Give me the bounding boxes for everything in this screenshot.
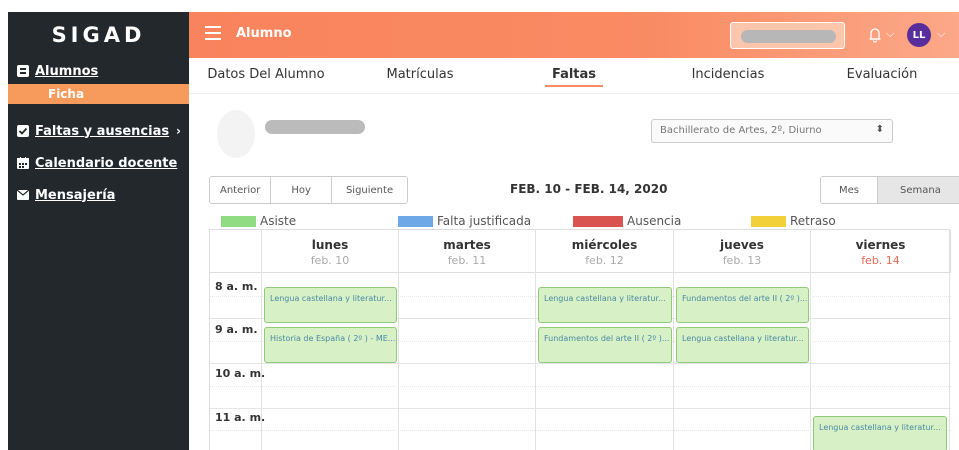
week-calendar: lunes feb. 10 martes feb. 11 miércoles f… [209, 229, 951, 450]
course-select[interactable]: Bachillerato de Artes, 2º, Diurno ⬍ [651, 119, 893, 143]
page-title: Alumno [236, 26, 292, 41]
legend-item-asiste: Asiste [221, 214, 296, 228]
student-photo [217, 110, 255, 158]
calendar-event[interactable]: Fundamentos del arte II ( 2º )... [538, 327, 672, 363]
calendar-event[interactable]: Lengua castellana y literatur... [676, 327, 809, 363]
student-name-blurred [265, 120, 365, 134]
sidebar-item-label: Alumnos [35, 63, 99, 79]
day-name: jueves [720, 238, 764, 252]
day-header-wednesday: miércoles feb. 12 [536, 230, 674, 273]
sidebar-item-label: Calendario docente [35, 155, 178, 171]
top-bar: Alumno ⌵ LL ⌵ [189, 12, 959, 58]
legend-item-justificada: Falta justificada [398, 214, 531, 228]
avatar[interactable]: LL [907, 23, 931, 47]
calendar-event[interactable]: Historia de España ( 2º ) - ME... [264, 327, 397, 363]
week-view-button[interactable]: Semana [878, 177, 959, 203]
legend-label: Asiste [260, 214, 297, 228]
column-divider [535, 230, 536, 450]
legend-swatch [398, 215, 433, 227]
legend-label: Retraso [790, 214, 836, 228]
course-select-value: Bachillerato de Artes, 2º, Diurno [660, 125, 822, 136]
legend-swatch [221, 215, 256, 227]
sidebar-item-label: Mensajería [35, 187, 116, 203]
month-view-button[interactable]: Mes [821, 177, 878, 203]
column-divider [398, 230, 399, 450]
time-label: 11 a. m. [215, 411, 266, 424]
prev-button[interactable]: Anterior [210, 177, 272, 203]
column-divider [949, 230, 950, 450]
envelope-icon [16, 189, 29, 202]
day-date: feb. 10 [310, 254, 350, 267]
day-name: martes [443, 238, 491, 252]
tab-incidencias[interactable]: Incidencias [651, 58, 805, 93]
time-label: 10 a. m. [215, 367, 266, 380]
hour-divider [210, 363, 951, 364]
calendar-event[interactable]: Fundamentos del arte II ( 2º )... [676, 287, 809, 323]
day-header-thursday: jueves feb. 13 [674, 230, 811, 273]
calendar-view-group: Mes Semana [820, 176, 959, 204]
id-card-icon [16, 65, 29, 78]
day-name: viernes [855, 238, 906, 252]
tab-matriculas[interactable]: Matrículas [343, 58, 497, 93]
legend-item-ausencia: Ausencia [573, 214, 681, 228]
calendar-event[interactable]: Lengua castellana y literatur... [264, 287, 397, 323]
calendar-event[interactable]: Lengua castellana y literatur... [813, 416, 947, 450]
day-header-tuesday: martes feb. 11 [399, 230, 536, 273]
day-date: feb. 14 [861, 254, 900, 267]
sidebar-subitem-ficha[interactable]: Ficha [8, 84, 189, 104]
calendar-event[interactable]: Lengua castellana y literatur... [538, 287, 672, 323]
hour-divider [210, 408, 951, 409]
half-hour-divider [210, 386, 951, 387]
blurred-text [741, 30, 836, 43]
tab-faltas[interactable]: Faltas [497, 58, 651, 93]
tab-evaluacion[interactable]: Evaluación [805, 58, 959, 93]
legend-item-retraso: Retraso [751, 214, 836, 228]
legend-swatch [573, 215, 623, 227]
chevron-right-icon: › [176, 124, 181, 138]
calendar-range-title: FEB. 10 - FEB. 14, 2020 [510, 182, 668, 196]
calendar-icon [16, 157, 29, 170]
day-name: miércoles [571, 238, 638, 252]
next-button[interactable]: Siguiente [331, 177, 408, 203]
day-header-monday: lunes feb. 10 [262, 230, 399, 273]
tab-datos-alumno[interactable]: Datos Del Alumno [189, 58, 343, 93]
column-divider [810, 230, 811, 450]
day-name: lunes [311, 238, 349, 252]
select-arrows-icon: ⬍ [875, 124, 884, 135]
legend-swatch [751, 215, 786, 227]
sidebar-item-calendario[interactable]: Calendario docente [8, 152, 189, 174]
calendar-nav-group: Anterior Hoy Siguiente [209, 176, 409, 204]
day-date: feb. 11 [447, 254, 487, 267]
legend-label: Falta justificada [437, 214, 532, 228]
search-input[interactable] [730, 22, 845, 49]
legend-label: Ausencia [627, 214, 682, 228]
chevron-down-icon[interactable]: ⌵ [886, 27, 894, 41]
sidebar-item-mensajeria[interactable]: Mensajería [8, 184, 189, 206]
bell-icon[interactable] [864, 25, 886, 47]
today-button[interactable]: Hoy [271, 177, 332, 203]
tab-bar: Datos Del Alumno Matrículas Faltas Incid… [189, 58, 959, 94]
chevron-down-icon[interactable]: ⌵ [937, 27, 945, 41]
day-date: feb. 12 [585, 254, 624, 267]
app-logo: SIGAD [51, 23, 146, 47]
sidebar-item-alumnos[interactable]: Alumnos [8, 60, 189, 82]
time-label: 9 a. m. [215, 323, 258, 336]
time-label: 8 a. m. [215, 280, 258, 293]
sidebar-item-faltas[interactable]: Faltas y ausencias › [8, 120, 189, 142]
sidebar: SIGAD Alumnos Ficha Faltas y ausencias ›… [8, 12, 189, 450]
sidebar-item-label: Faltas y ausencias [35, 123, 170, 139]
checkbox-icon [16, 125, 29, 138]
column-divider [673, 230, 674, 450]
day-header-friday: viernes feb. 14 [811, 230, 951, 273]
day-date: feb. 13 [722, 254, 762, 267]
hamburger-menu-icon[interactable] [205, 26, 221, 40]
time-gutter-header [210, 230, 262, 273]
